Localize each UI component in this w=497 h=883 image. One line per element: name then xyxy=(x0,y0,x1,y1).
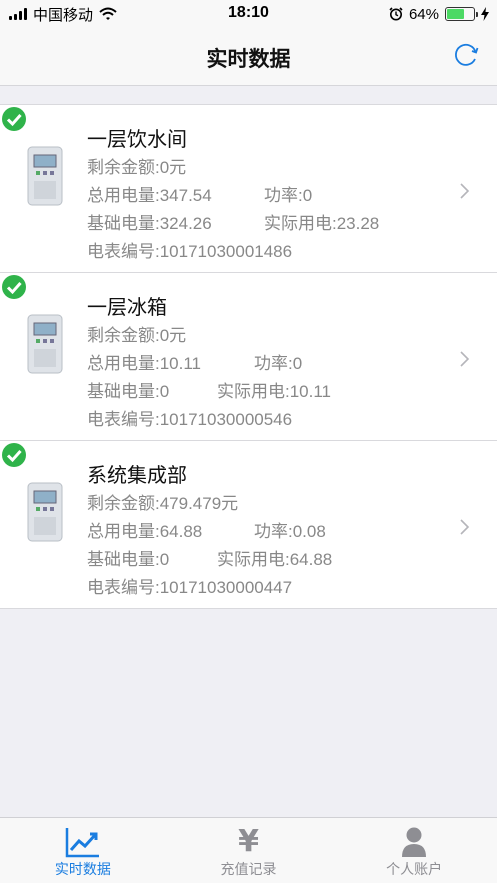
refresh-icon[interactable] xyxy=(451,40,481,70)
meter-number: 电表编号:10171030000546 xyxy=(87,410,293,429)
alarm-icon xyxy=(389,7,403,21)
status-right: 64% xyxy=(389,4,489,24)
meter-list: 一层饮水间 剩余金额:0元 总用电量:347.54 功率:0 基础电量:324.… xyxy=(0,104,497,609)
meter-device-icon xyxy=(27,482,63,542)
meter-balance: 剩余金额:0元 xyxy=(87,326,187,345)
tab-label: 实时数据 xyxy=(54,861,111,877)
page-title: 实时数据 xyxy=(206,48,291,71)
meter-power: 功率:0.08 xyxy=(254,522,326,541)
meter-base-usage: 基础电量:0 xyxy=(87,382,170,401)
meter-item[interactable]: 一层饮水间 剩余金额:0元 总用电量:347.54 功率:0 基础电量:324.… xyxy=(0,104,497,272)
meter-device-icon xyxy=(27,146,63,206)
battery-icon xyxy=(445,7,478,21)
nav-bar: 实时数据 xyxy=(0,28,497,86)
check-icon xyxy=(2,275,26,299)
meter-actual-usage: 实际用电:23.28 xyxy=(264,214,380,233)
meter-base-usage: 基础电量:0 xyxy=(87,550,170,569)
chevron-right-icon xyxy=(460,351,470,367)
meter-name: 一层冰箱 xyxy=(87,297,167,319)
yen-icon: ¥ xyxy=(238,824,259,859)
meter-power: 功率:0 xyxy=(264,186,313,205)
meter-actual-usage: 实际用电:64.88 xyxy=(217,550,333,569)
chevron-right-icon xyxy=(460,519,470,535)
meter-total-usage: 总用电量:64.88 xyxy=(87,522,203,541)
meter-device-icon xyxy=(27,314,63,374)
meter-balance: 剩余金额:479.479元 xyxy=(87,494,239,513)
user-icon xyxy=(402,827,427,857)
meter-power: 功率:0 xyxy=(254,354,303,373)
meter-total-usage: 总用电量:10.11 xyxy=(87,354,202,373)
meter-balance: 剩余金额:0元 xyxy=(87,158,187,177)
tab-bar: 实时数据 ¥ 充值记录 个人账户 xyxy=(0,817,497,883)
meter-total-usage: 总用电量:347.54 xyxy=(87,186,212,205)
meter-item[interactable]: 一层冰箱 剩余金额:0元 总用电量:10.11 功率:0 基础电量:0 实际用电… xyxy=(0,272,497,440)
status-bar: 中国移动 18:10 64% xyxy=(0,0,497,28)
meter-name: 一层饮水间 xyxy=(87,129,187,151)
tab-recharge-records[interactable]: ¥ 充值记录 xyxy=(166,818,332,883)
meter-actual-usage: 实际用电:10.11 xyxy=(217,382,332,401)
meter-item[interactable]: 系统集成部 剩余金额:479.479元 总用电量:64.88 功率:0.08 基… xyxy=(0,440,497,609)
tab-label: 个人账户 xyxy=(386,861,443,877)
battery-percent: 64% xyxy=(408,5,439,23)
charging-icon xyxy=(481,7,489,21)
meter-name: 系统集成部 xyxy=(87,465,187,487)
chevron-right-icon xyxy=(460,183,470,199)
battery-fill xyxy=(447,9,464,19)
meter-number: 电表编号:10171030001486 xyxy=(87,242,293,261)
chart-icon xyxy=(65,828,99,858)
tab-realtime-data[interactable]: 实时数据 xyxy=(0,818,166,883)
tab-label: 充值记录 xyxy=(220,861,277,877)
meter-base-usage: 基础电量:324.26 xyxy=(87,214,212,233)
check-icon xyxy=(2,443,26,467)
tab-personal-account[interactable]: 个人账户 xyxy=(331,818,497,883)
meter-number: 电表编号:10171030000447 xyxy=(87,578,293,597)
check-icon xyxy=(2,107,26,131)
